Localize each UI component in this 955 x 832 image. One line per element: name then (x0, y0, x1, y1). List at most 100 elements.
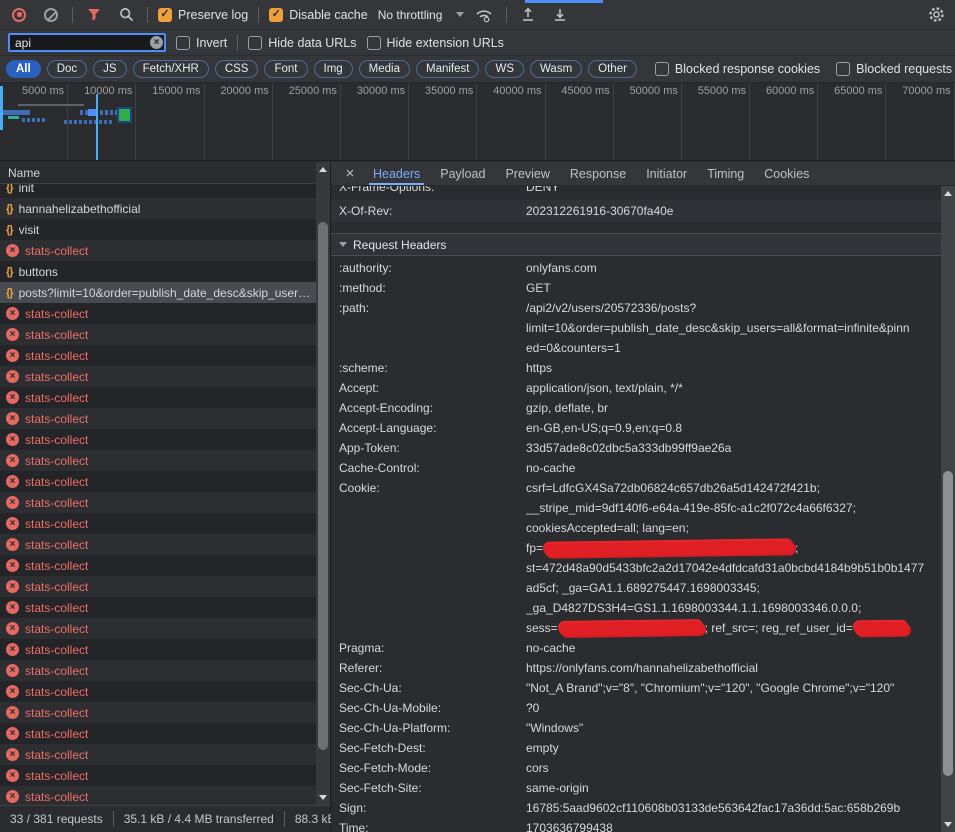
request-row[interactable]: ×stats-collect (0, 681, 316, 702)
filter-input[interactable] (8, 33, 166, 52)
name-column-header[interactable]: Name (0, 162, 330, 184)
type-filter-img[interactable]: Img (314, 60, 353, 78)
request-row[interactable]: ×stats-collect (0, 408, 316, 429)
tab-payload[interactable]: Payload (430, 162, 495, 185)
network-conditions-button[interactable] (474, 4, 496, 26)
tab-headers[interactable]: Headers (363, 162, 430, 185)
scroll-up-icon[interactable] (944, 191, 952, 196)
request-row[interactable]: ×stats-collect (0, 765, 316, 786)
request-row[interactable]: ×stats-collect (0, 744, 316, 765)
scroll-down-icon[interactable] (944, 822, 952, 827)
hide-data-urls-checkbox[interactable] (248, 36, 262, 50)
type-filter-fetch-xhr[interactable]: Fetch/XHR (133, 60, 209, 78)
close-icon[interactable]: × (337, 162, 363, 185)
waterfall-bar (22, 118, 46, 122)
blocked-response-cookies-checkbox[interactable] (655, 62, 669, 76)
request-row[interactable]: ×stats-collect (0, 513, 316, 534)
scroll-up-icon[interactable] (319, 167, 327, 172)
request-row[interactable]: ×stats-collect (0, 723, 316, 744)
request-row[interactable]: {}posts?limit=10&order=publish_date_desc… (0, 282, 316, 303)
overview-left-handle[interactable] (0, 86, 3, 130)
request-row[interactable]: ×stats-collect (0, 324, 316, 345)
error-icon: × (6, 475, 19, 488)
request-list-scrollbar[interactable] (316, 162, 330, 805)
request-row[interactable]: {}hannahelizabethofficial (0, 198, 316, 219)
blocked-requests-checkbox[interactable] (836, 62, 850, 76)
request-row[interactable]: ×stats-collect (0, 366, 316, 387)
header-name: X-Of-Rev: (331, 200, 526, 222)
export-har-button[interactable] (549, 4, 571, 26)
hide-extension-urls-label[interactable]: Hide extension URLs (387, 36, 504, 50)
invert-label[interactable]: Invert (196, 36, 227, 50)
timeline-tick: 15000 ms (136, 83, 204, 160)
throttling-dropdown[interactable]: No throttling (378, 8, 465, 22)
request-row[interactable]: ×stats-collect (0, 639, 316, 660)
type-filter-manifest[interactable]: Manifest (416, 60, 479, 78)
request-row[interactable]: {}buttons (0, 261, 316, 282)
type-filter-wasm[interactable]: Wasm (530, 60, 582, 78)
disable-cache-label[interactable]: Disable cache (289, 8, 368, 22)
request-row[interactable]: ×stats-collect (0, 240, 316, 261)
tab-timing[interactable]: Timing (697, 162, 754, 185)
request-name: stats-collect (25, 412, 88, 426)
request-row[interactable]: ×stats-collect (0, 702, 316, 723)
clear-button[interactable] (40, 4, 62, 26)
header-name: Sec-Ch-Ua: (331, 678, 526, 698)
search-button[interactable] (115, 4, 137, 26)
timeline-ruler: 5000 ms10000 ms15000 ms20000 ms25000 ms3… (0, 83, 955, 160)
request-row[interactable]: ×stats-collect (0, 345, 316, 366)
clear-filter-icon[interactable]: × (150, 36, 163, 49)
request-row[interactable]: ×stats-collect (0, 660, 316, 681)
type-filter-font[interactable]: Font (264, 60, 307, 78)
hide-extension-urls-checkbox[interactable] (367, 36, 381, 50)
detail-scrollbar[interactable] (941, 186, 955, 832)
scroll-down-icon[interactable] (319, 795, 327, 800)
request-row[interactable]: {}init (0, 184, 316, 198)
hide-data-urls-label[interactable]: Hide data URLs (268, 36, 356, 50)
request-row[interactable]: ×stats-collect (0, 597, 316, 618)
settings-button[interactable] (925, 4, 947, 26)
request-row[interactable]: ×stats-collect (0, 492, 316, 513)
request-row[interactable]: ×stats-collect (0, 534, 316, 555)
request-row[interactable]: ×stats-collect (0, 471, 316, 492)
header-value-line: csrf=LdfcGX4Sa72db06824c657db26a5d142472… (526, 478, 941, 498)
request-headers-section-toggle[interactable]: Request Headers (331, 233, 941, 256)
invert-checkbox[interactable] (176, 36, 190, 50)
checkbox-label[interactable]: Blocked response cookies (675, 62, 820, 76)
request-row[interactable]: ×stats-collect (0, 786, 316, 805)
tab-preview[interactable]: Preview (495, 162, 559, 185)
disable-cache-checkbox[interactable]: ✓ (269, 8, 283, 22)
error-icon: × (6, 790, 19, 803)
request-row[interactable]: ×stats-collect (0, 576, 316, 597)
request-row[interactable]: ×stats-collect (0, 618, 316, 639)
request-row[interactable]: ×stats-collect (0, 429, 316, 450)
filter-toggle-button[interactable] (83, 4, 105, 26)
request-row[interactable]: {}visit (0, 219, 316, 240)
preserve-log-checkbox[interactable]: ✓ (158, 8, 172, 22)
request-row[interactable]: ×stats-collect (0, 387, 316, 408)
request-row[interactable]: ×stats-collect (0, 303, 316, 324)
scrollbar-thumb[interactable] (943, 471, 953, 776)
type-filter-doc[interactable]: Doc (47, 60, 87, 78)
header-row: Sec-Fetch-Site:same-origin (331, 778, 941, 798)
tab-response[interactable]: Response (560, 162, 636, 185)
request-name: stats-collect (25, 517, 88, 531)
type-filter-ws[interactable]: WS (485, 60, 524, 78)
request-row[interactable]: ×stats-collect (0, 555, 316, 576)
record-button[interactable] (8, 4, 30, 26)
request-row[interactable]: ×stats-collect (0, 450, 316, 471)
type-filter-css[interactable]: CSS (215, 60, 259, 78)
tab-initiator[interactable]: Initiator (636, 162, 697, 185)
scrollbar-thumb[interactable] (318, 222, 328, 750)
header-value: csrf=LdfcGX4Sa72db06824c657db26a5d142472… (526, 478, 941, 638)
import-har-button[interactable] (517, 4, 539, 26)
tab-cookies[interactable]: Cookies (754, 162, 819, 185)
type-filter-js[interactable]: JS (93, 60, 126, 78)
checkbox-label[interactable]: Blocked requests (856, 62, 952, 76)
type-filter-other[interactable]: Other (588, 60, 637, 78)
type-filter-all[interactable]: All (6, 60, 41, 78)
timeline-overview[interactable]: 5000 ms10000 ms15000 ms20000 ms25000 ms3… (0, 83, 955, 161)
preserve-log-label[interactable]: Preserve log (178, 8, 248, 22)
type-filter-media[interactable]: Media (359, 60, 410, 78)
header-row: :scheme:https (331, 358, 941, 378)
